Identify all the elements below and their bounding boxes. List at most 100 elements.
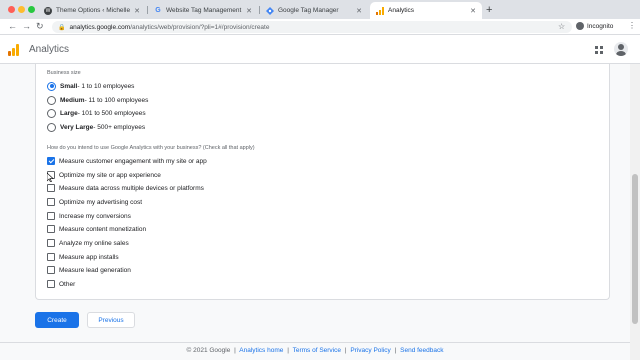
bookmark-star-icon[interactable]: ☆ [558,22,565,31]
checkbox[interactable] [47,266,55,274]
business-size-option-large[interactable]: Large - 101 to 500 employees [47,108,146,118]
tag-manager-icon [266,6,274,15]
checkbox-label: Measure data across multiple devices or … [59,184,204,192]
create-button[interactable]: Create [35,312,79,328]
intent-checkbox-row[interactable]: Optimize my advertising cost [47,197,142,207]
option-detail: - 101 to 500 employees [77,109,146,117]
checkbox-label: Analyze my online sales [59,239,129,247]
checkbox[interactable] [47,253,55,261]
checkbox-label: Other [59,280,76,288]
close-tab-icon[interactable]: ✕ [470,7,476,15]
address-bar[interactable]: 🔒 analytics.google.com /analytics/web/pr… [52,21,572,33]
reload-icon[interactable]: ↻ [36,21,44,32]
previous-button[interactable]: Previous [87,312,135,328]
privacy-policy-link[interactable]: Privacy Policy [350,347,390,354]
url-path: /analytics/web/provision/?pli=1#/provisi… [130,23,270,31]
scrollbar-thumb[interactable] [632,174,638,324]
footer-separator: | [394,347,397,354]
radio-button[interactable] [47,95,56,105]
intent-checkbox-row[interactable]: Measure lead generation [47,265,131,275]
scrollbar[interactable] [630,64,640,360]
new-tab-button[interactable]: + [486,4,492,16]
option-name: Large [60,109,78,117]
checkbox[interactable] [47,225,55,233]
close-tab-icon[interactable]: ✕ [134,7,140,15]
tab-title: Google Tag Manager [278,7,339,14]
checkbox[interactable] [47,280,55,288]
minimize-window-button[interactable] [18,6,25,13]
avatar[interactable] [614,42,628,56]
send-feedback-link[interactable]: Send feedback [400,347,443,354]
intent-question-label: How do you intend to use Google Analytic… [47,145,255,151]
copyright-text: © 2021 Google [186,347,231,354]
checkbox-label: Optimize my advertising cost [59,198,143,206]
checkbox[interactable] [47,212,55,220]
radio-button[interactable] [47,81,56,91]
option-detail: - 1 to 10 employees [77,82,135,90]
intent-checkbox-row[interactable]: Analyze my online sales [47,238,129,248]
business-size-option-medium[interactable]: Medium - 11 to 100 employees [47,95,148,105]
option-name: Medium [60,96,85,104]
checkbox-label: Increase my conversions [59,212,131,220]
intent-checkbox-row[interactable]: Other [47,279,75,289]
checkbox-label: Measure app installs [59,253,119,261]
tab-title: Theme Options ‹ Michelle The [56,7,131,14]
business-size-option-very-large[interactable]: Very Large - 500+ employees [47,122,145,132]
checkbox[interactable] [47,239,55,247]
analytics-logo-icon [8,44,20,56]
terms-of-service-link[interactable]: Terms of Service [293,347,341,354]
maximize-window-button[interactable] [28,6,35,13]
business-size-label: Business size [47,70,81,76]
checkbox-label: Optimize my site or app experience [59,171,161,179]
tab-title: Analytics [388,7,415,14]
tab-title: Website Tag Management Too [166,7,242,14]
analytics-icon [376,6,384,15]
analytics-home-link[interactable]: Analytics home [239,347,283,354]
browser-tab[interactable]: Google Tag Manager ✕ [260,2,368,19]
app-header: Analytics [0,36,640,64]
option-detail: - 11 to 100 employees [84,96,149,104]
option-detail: - 500+ employees [93,123,146,131]
google-icon: G [155,7,161,14]
incognito-icon [576,22,584,30]
radio-button[interactable] [47,108,56,118]
browser-tab[interactable]: G Website Tag Management Too ✕ [148,2,258,19]
browser-menu-icon[interactable]: ⋮ [628,21,636,30]
checkbox-label: Measure lead generation [59,266,131,274]
checkbox[interactable] [47,184,55,192]
intent-checkbox-row[interactable]: Measure data across multiple devices or … [47,183,204,193]
close-tab-icon[interactable]: ✕ [356,7,362,15]
checkbox[interactable] [47,157,55,165]
browser-tab-strip: W Theme Options ‹ Michelle The ✕ G Websi… [0,0,640,19]
lock-icon: 🔒 [58,24,66,31]
browser-toolbar: ← → ↻ 🔒 analytics.google.com /analytics/… [0,19,640,35]
option-name: Very Large [60,123,94,131]
intent-checkbox-row[interactable]: Increase my conversions [47,211,131,221]
footer-separator: | [287,347,289,354]
forward-icon[interactable]: → [22,21,31,31]
intent-checkbox-row[interactable]: Measure customer engagement with my site… [47,156,207,166]
intent-checkbox-row[interactable]: Measure content monetization [47,224,146,234]
back-icon[interactable]: ← [8,21,17,31]
checkbox[interactable] [47,198,55,206]
page-footer: © 2021 Google | Analytics home | Terms o… [0,342,630,360]
close-window-button[interactable] [8,6,15,13]
incognito-label: Incognito [587,22,614,30]
checkbox-label: Measure customer engagement with my site… [59,157,207,165]
browser-tab[interactable]: W Theme Options ‹ Michelle The ✕ [38,2,146,19]
intent-checkbox-row[interactable]: Optimize my site or app experience [47,170,161,180]
mouse-pointer-icon [46,172,54,184]
wordpress-icon: W [44,6,52,15]
apps-grid-icon[interactable] [595,46,603,54]
option-name: Small [60,82,78,90]
close-tab-icon[interactable]: ✕ [246,7,252,15]
intent-checkbox-row[interactable]: Measure app installs [47,252,119,262]
business-size-option-small[interactable]: Small - 1 to 10 employees [47,81,134,91]
checkbox-label: Measure content monetization [59,225,147,233]
browser-tab-active[interactable]: Analytics ✕ [370,2,482,19]
incognito-indicator[interactable]: Incognito [576,22,613,30]
app-title: Analytics [29,44,70,55]
footer-separator: | [234,347,236,354]
radio-button[interactable] [47,122,56,132]
url-domain: analytics.google.com [69,23,131,31]
